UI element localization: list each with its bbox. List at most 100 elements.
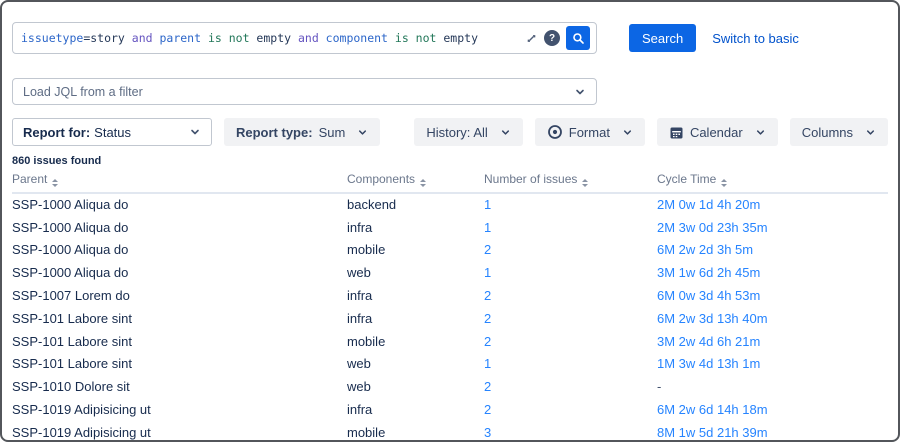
- column-header-cycle-time[interactable]: Cycle Time: [657, 169, 888, 194]
- cell-cycle-time: 8M 1w 5d 21h 39m: [657, 421, 888, 440]
- jql-query-text[interactable]: issuetype=story and parent is not empty …: [21, 31, 525, 45]
- cycle-time-link[interactable]: 2M 3w 0d 23h 35m: [657, 220, 768, 235]
- issues-count-link[interactable]: 3: [484, 425, 491, 440]
- issues-count-link[interactable]: 2: [484, 402, 491, 417]
- cell-parent: SSP-1010 Dolore sit: [12, 379, 130, 395]
- chevron-down-icon: [357, 127, 368, 138]
- jql-token-text: =story: [83, 31, 125, 45]
- jql-input-icons: ?: [525, 26, 590, 50]
- table-row: SSP-101 Labore sint mobile 2 3M 2w 4d 6h 21…: [12, 330, 888, 353]
- search-button[interactable]: Search: [629, 24, 697, 52]
- results-table: Parent Components Number of issues Cycle…: [12, 169, 888, 440]
- cell-parent: SSP-1000 Aliqua do: [12, 197, 129, 213]
- help-icon[interactable]: ?: [544, 30, 560, 46]
- cell-parent: SSP-1007 Lorem do: [12, 288, 130, 304]
- eye-format-icon: [547, 124, 563, 140]
- toolbar-left: Report for: Status Report type: Sum: [12, 118, 381, 146]
- history-button[interactable]: History: All: [414, 118, 523, 146]
- report-type-value: Sum: [318, 124, 346, 140]
- jql-row: issuetype=story and parent is not empty …: [12, 22, 888, 54]
- cell-cycle-time: 2M 3w 0d 23h 35m: [657, 216, 888, 239]
- issues-count-link[interactable]: 1: [484, 197, 491, 212]
- sort-icon: [420, 179, 427, 187]
- format-label: Format: [568, 124, 610, 140]
- column-header-number-of-issues[interactable]: Number of issues: [484, 169, 657, 194]
- issues-count-link[interactable]: 2: [484, 288, 491, 303]
- cycle-time-link[interactable]: 3M 1w 6d 2h 45m: [657, 265, 760, 280]
- cycle-time-link[interactable]: 8M 1w 5d 21h 39m: [657, 425, 768, 440]
- column-header-components[interactable]: Components: [347, 169, 484, 194]
- chevron-down-icon: [500, 127, 511, 138]
- jql-token-operator: is not: [201, 31, 250, 45]
- table-row: SSP-1010 Dolore sit web 2 -: [12, 375, 888, 398]
- jql-token-field: parent: [159, 31, 202, 45]
- cycle-time-link[interactable]: 6M 2w 2d 3h 5m: [657, 242, 753, 257]
- issues-count-link[interactable]: 1: [484, 265, 491, 280]
- sort-icon: [721, 179, 728, 187]
- jql-token-field: issuetype: [21, 31, 84, 45]
- column-header-parent[interactable]: Parent: [12, 169, 347, 194]
- cell-parent: SSP-101 Labore sint: [12, 310, 132, 326]
- report-for-label: Report for:: [23, 124, 91, 140]
- switch-to-basic-link[interactable]: Switch to basic: [712, 31, 799, 46]
- cell-number-of-issues: 2: [484, 284, 657, 307]
- cell-component: infra: [347, 310, 373, 326]
- cell-parent: SSP-1000 Aliqua do: [12, 265, 129, 281]
- expand-editor-icon[interactable]: [525, 32, 538, 45]
- cycle-time-link[interactable]: 6M 2w 3d 13h 40m: [657, 311, 768, 326]
- chevron-down-icon: [622, 127, 633, 138]
- cell-component: backend: [347, 197, 397, 213]
- filter-row: Load JQL from a filter: [12, 78, 888, 105]
- cell-component: mobile: [347, 242, 386, 258]
- load-jql-filter-dropdown[interactable]: Load JQL from a filter: [12, 78, 597, 105]
- cycle-time-link[interactable]: 1M 3w 4d 13h 1m: [657, 356, 760, 371]
- cell-number-of-issues: 1: [484, 216, 657, 239]
- cycle-time-link[interactable]: 6M 0w 3d 4h 53m: [657, 288, 760, 303]
- cell-number-of-issues: 1: [484, 261, 657, 284]
- cell-component: web: [347, 265, 371, 281]
- table-header-row: Parent Components Number of issues Cycle…: [12, 169, 888, 194]
- toolbar-right: History: All Format Calendar Columns: [414, 118, 888, 146]
- columns-label: Columns: [801, 124, 853, 140]
- cell-parent: SSP-101 Labore sint: [12, 333, 132, 349]
- table-row: SSP-1000 Aliqua do mobile 2 6M 2w 2d 3h 5m: [12, 239, 888, 262]
- cell-cycle-time: 3M 2w 4d 6h 21m: [657, 330, 888, 353]
- table-row: SSP-1000 Aliqua do web 1 3M 1w 6d 2h 45m: [12, 261, 888, 284]
- cell-cycle-time: 6M 2w 2d 3h 5m: [657, 239, 888, 262]
- table-row: SSP-101 Labore sint infra 2 6M 2w 3d 13h 40…: [12, 307, 888, 330]
- jql-token-keyword: and: [124, 31, 160, 45]
- cell-number-of-issues: 2: [484, 330, 657, 353]
- cycle-time-link[interactable]: 6M 2w 6d 14h 18m: [657, 402, 768, 417]
- issues-count-link[interactable]: 2: [484, 379, 491, 394]
- table-row: SSP-1007 Lorem do infra 2 6M 0w 3d 4h 53m: [12, 284, 888, 307]
- cell-cycle-time: 6M 2w 6d 14h 18m: [657, 398, 888, 421]
- cell-parent: SSP-1000 Aliqua do: [12, 242, 129, 258]
- format-button[interactable]: Format: [534, 118, 645, 146]
- cell-cycle-time: 6M 0w 3d 4h 53m: [657, 284, 888, 307]
- cell-component: web: [347, 379, 371, 395]
- issues-count-link[interactable]: 1: [484, 220, 491, 235]
- cell-component: web: [347, 356, 371, 372]
- report-type-button[interactable]: Report type: Sum: [224, 118, 381, 146]
- load-jql-filter-placeholder: Load JQL from a filter: [23, 84, 143, 99]
- calendar-label: Calendar: [689, 124, 743, 140]
- issues-count-link[interactable]: 2: [484, 334, 491, 349]
- report-for-dropdown[interactable]: Report for: Status: [12, 118, 212, 146]
- cell-number-of-issues: 2: [484, 398, 657, 421]
- issues-count-link[interactable]: 2: [484, 311, 491, 326]
- cell-number-of-issues: 1: [484, 353, 657, 376]
- cell-cycle-time: -: [657, 375, 888, 398]
- sort-icon: [52, 179, 59, 187]
- cell-component: infra: [347, 219, 373, 235]
- search-icon-button[interactable]: [566, 26, 590, 50]
- cell-parent: SSP-1019 Adipisicing ut: [12, 424, 151, 440]
- issues-count-link[interactable]: 1: [484, 356, 491, 371]
- cycle-time-link[interactable]: 3M 2w 4d 6h 21m: [657, 334, 760, 349]
- calendar-button[interactable]: Calendar: [656, 118, 778, 146]
- cell-parent: SSP-1019 Adipisicing ut: [12, 402, 151, 418]
- issues-count: 860 issues found: [12, 155, 102, 167]
- issues-count-link[interactable]: 2: [484, 242, 491, 257]
- columns-button[interactable]: Columns: [789, 118, 888, 146]
- cycle-time-link[interactable]: 2M 0w 1d 4h 20m: [657, 197, 760, 212]
- jql-query-input[interactable]: issuetype=story and parent is not empty …: [12, 22, 597, 54]
